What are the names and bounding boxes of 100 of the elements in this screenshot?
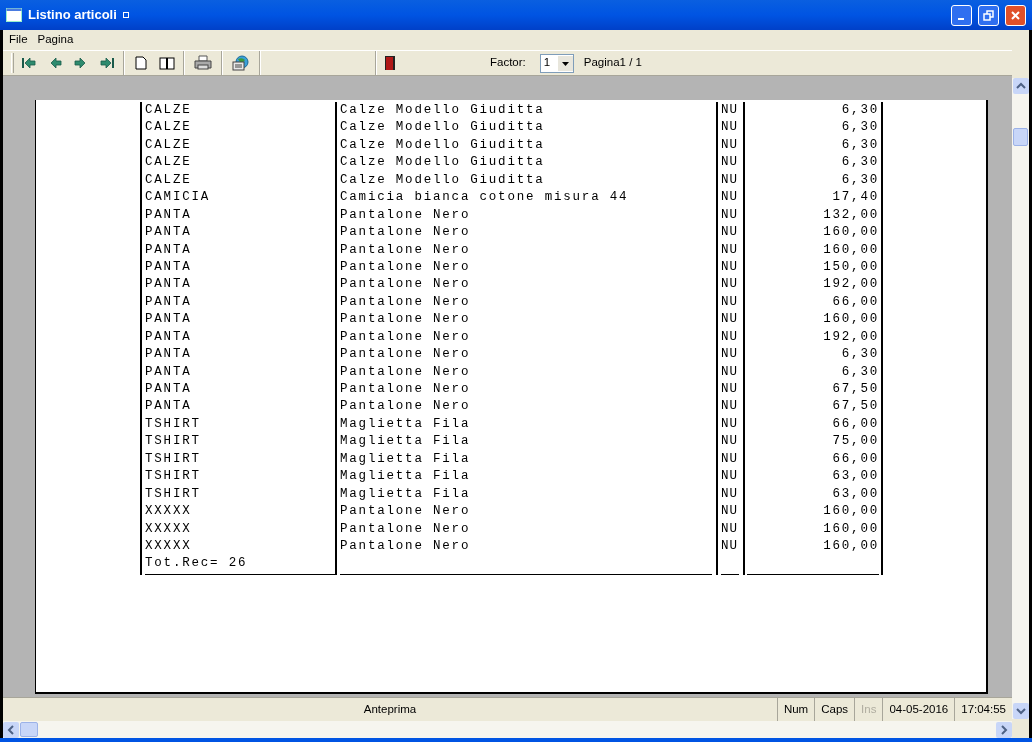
item-price: 192,00: [822, 276, 879, 294]
unit-of-measure: NU: [721, 503, 739, 521]
item-price: 6,30: [840, 346, 879, 364]
item-price: 6,30: [840, 171, 879, 189]
item-price: 160,00: [822, 520, 879, 538]
item-description: Maglietta Fila: [340, 415, 472, 433]
item-price: 160,00: [822, 503, 879, 521]
scroll-down-icon[interactable]: [1012, 703, 1029, 719]
item-price: 6,30: [840, 363, 879, 381]
dropdown-caret-icon: [557, 55, 573, 71]
item-price: 67,50: [831, 381, 879, 398]
unit-of-measure: NU: [721, 415, 739, 433]
item-code: XXXXX: [145, 520, 193, 538]
item-price: 63,00: [831, 485, 879, 503]
window-menu-marker-icon: [122, 12, 129, 18]
item-price: 6,30: [840, 154, 879, 172]
status-message: Anteprima: [362, 701, 418, 717]
item-price: 66,00: [831, 415, 879, 433]
item-description: Maglietta Fila: [340, 485, 472, 503]
unit-of-measure: NU: [721, 189, 739, 207]
item-price: 160,00: [822, 311, 879, 329]
item-price: 6,30: [840, 136, 879, 154]
unit-of-measure: NU: [721, 433, 739, 451]
item-code: CALZE: [145, 136, 193, 154]
item-price: 160,00: [822, 224, 879, 242]
item-description: Calze Modello Giuditta: [340, 171, 546, 189]
scroll-up-icon[interactable]: [1012, 78, 1029, 94]
item-code: PANTA: [145, 311, 193, 329]
window-title: Listino articoli: [28, 6, 117, 25]
item-price: 132,00: [822, 206, 879, 224]
item-description: Pantalone Nero: [340, 311, 472, 329]
item-description: Pantalone Nero: [340, 293, 472, 311]
menu-item[interactable]: File: [9, 31, 28, 49]
item-price: 160,00: [822, 241, 879, 259]
close-icon: [1010, 9, 1021, 21]
window-icon: [6, 8, 22, 22]
menu-item[interactable]: Pagina: [37, 31, 74, 49]
unit-of-measure: NU: [721, 293, 739, 311]
item-price: 160,00: [822, 537, 879, 555]
item-price: 150,00: [822, 258, 879, 276]
unit-of-measure: NU: [721, 136, 739, 154]
item-code: TSHIRT: [145, 433, 202, 451]
item-price: 192,00: [822, 328, 879, 346]
unit-of-measure: NU: [721, 485, 739, 503]
unit-of-measure: NU: [721, 206, 739, 224]
unit-of-measure: NU: [721, 102, 739, 119]
item-code: CALZE: [145, 102, 193, 119]
item-code: PANTA: [145, 398, 193, 416]
item-description: Camicia bianca cotone misura 44: [340, 189, 630, 207]
close-button[interactable]: [1005, 4, 1026, 26]
item-description: Pantalone Nero: [340, 503, 472, 521]
item-code: PANTA: [145, 346, 193, 364]
unit-of-measure: NU: [721, 119, 739, 137]
minimize-button[interactable]: [951, 4, 972, 26]
item-price: 67,50: [831, 398, 879, 416]
item-code: PANTA: [145, 224, 193, 242]
item-code: TSHIRT: [145, 415, 202, 433]
unit-of-measure: NU: [721, 311, 739, 329]
item-code: PANTA: [145, 206, 193, 224]
item-code: TSHIRT: [145, 450, 202, 468]
item-code: PANTA: [145, 276, 193, 294]
restore-button[interactable]: [978, 4, 999, 26]
unit-of-measure: NU: [721, 276, 739, 294]
item-description: Pantalone Nero: [340, 258, 472, 276]
unit-of-measure: NU: [721, 537, 739, 555]
unit-of-measure: NU: [721, 328, 739, 346]
item-description: Pantalone Nero: [340, 398, 472, 416]
item-description: Pantalone Nero: [340, 206, 472, 224]
scroll-left-icon[interactable]: [3, 721, 19, 738]
unit-of-measure: NU: [721, 363, 739, 381]
unit-of-measure: NU: [721, 398, 739, 416]
unit-of-measure: NU: [721, 450, 739, 468]
item-description: Maglietta Fila: [340, 433, 472, 451]
record-total: Tot.Rec= 26: [145, 555, 249, 573]
unit-of-measure: NU: [721, 258, 739, 276]
scroll-thumb[interactable]: [20, 722, 38, 737]
minimize-icon: [957, 18, 964, 20]
unit-of-measure: NU: [721, 241, 739, 259]
item-code: PANTA: [145, 328, 193, 346]
factor-dropdown[interactable]: 1: [539, 53, 574, 73]
item-code: CAMICIA: [145, 189, 212, 207]
item-price: 75,00: [831, 433, 879, 451]
item-description: Calze Modello Giuditta: [340, 102, 546, 119]
unit-of-measure: NU: [721, 171, 739, 189]
item-description: Pantalone Nero: [340, 381, 472, 398]
item-code: CALZE: [145, 171, 193, 189]
item-code: PANTA: [145, 258, 193, 276]
item-description: Pantalone Nero: [340, 224, 472, 242]
item-description: Pantalone Nero: [340, 520, 472, 538]
item-description: Pantalone Nero: [340, 363, 472, 381]
item-code: CALZE: [145, 119, 193, 137]
item-price: 6,30: [840, 102, 879, 119]
item-price: 17,40: [831, 189, 879, 207]
scroll-thumb[interactable]: [1013, 128, 1028, 146]
item-code: TSHIRT: [145, 485, 202, 503]
unit-of-measure: NU: [721, 381, 739, 398]
item-description: Pantalone Nero: [340, 241, 472, 259]
item-price: 66,00: [831, 293, 879, 311]
scroll-right-icon[interactable]: [996, 721, 1012, 738]
item-code: PANTA: [145, 293, 193, 311]
